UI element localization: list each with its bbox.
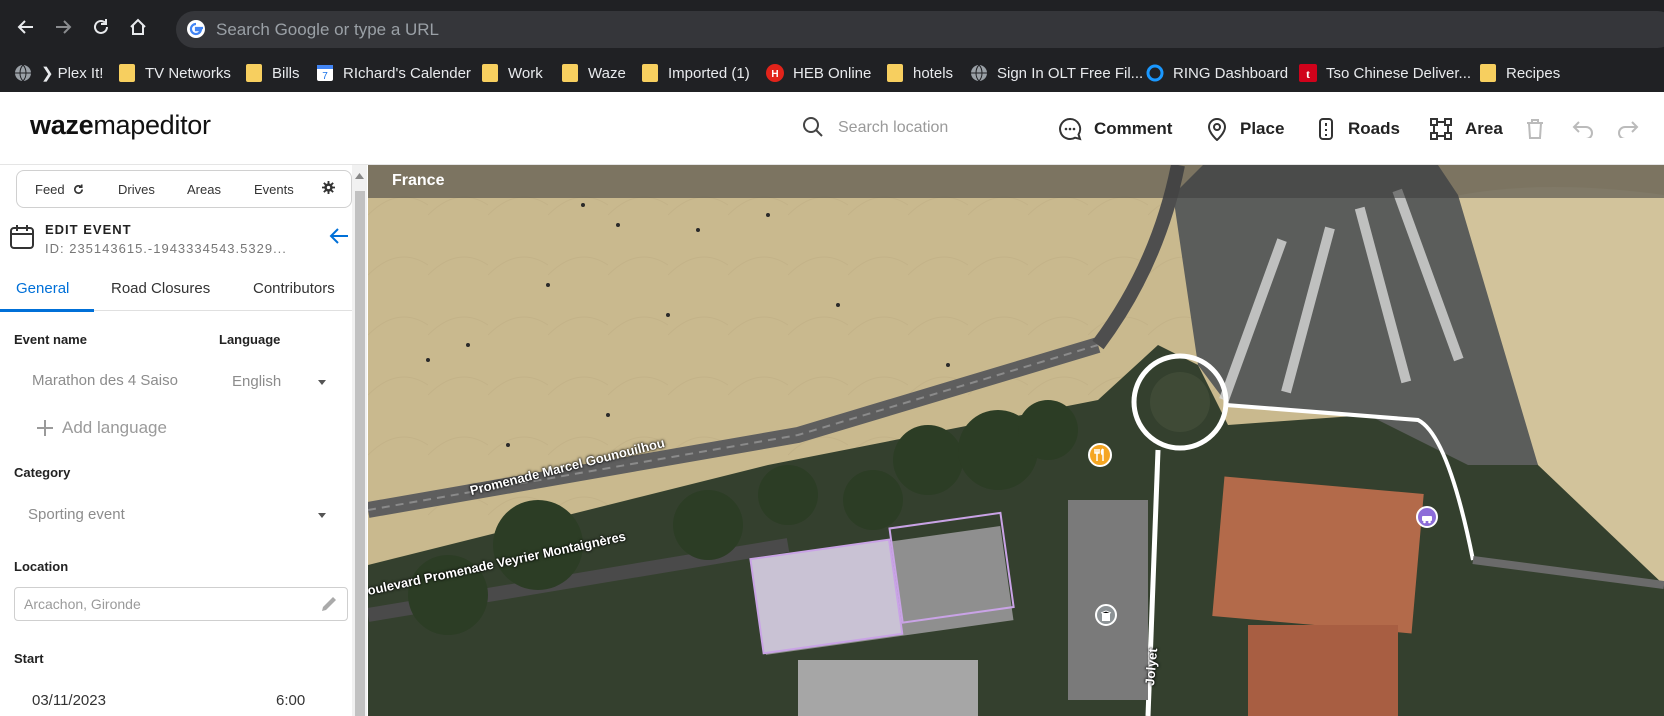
bookmark-plex-it[interactable]: ❯ Plex It! <box>14 54 103 92</box>
browser-toolbar: Search Google or type a URL <box>0 0 1664 54</box>
language-label: Language <box>219 332 281 347</box>
calendar-event-icon <box>9 224 35 255</box>
omnibox-placeholder: Search Google or type a URL <box>216 20 440 39</box>
location-field[interactable]: Arcachon, Gironde <box>14 587 348 621</box>
reload-icon[interactable] <box>86 12 116 42</box>
folder-icon <box>641 64 659 82</box>
ring-icon <box>1146 64 1164 82</box>
undo-icon[interactable] <box>1571 118 1595 143</box>
settings-gear-icon[interactable] <box>322 181 335 194</box>
location-bar: France <box>368 165 1664 198</box>
language-select[interactable]: English <box>232 373 281 390</box>
chevron-down-icon[interactable] <box>318 513 326 518</box>
bookmark-work[interactable]: Work <box>481 54 543 92</box>
folder-icon <box>561 64 579 82</box>
start-label: Start <box>14 651 44 666</box>
edit-event-title: EDIT EVENT <box>45 222 132 237</box>
comment-button[interactable]: Comment <box>1058 112 1172 146</box>
forward-icon[interactable] <box>48 12 78 42</box>
area-button[interactable]: Area <box>1429 112 1503 146</box>
globe-icon <box>14 64 32 82</box>
folder-icon <box>481 64 499 82</box>
bookmark-hotels[interactable]: hotels <box>886 54 953 92</box>
back-icon[interactable] <box>11 12 41 42</box>
tab-contributors[interactable]: Contributors <box>253 280 335 297</box>
area-icon <box>1430 118 1452 140</box>
tab-events[interactable]: Events <box>254 182 294 197</box>
svg-text:H: H <box>771 69 778 80</box>
add-language-button[interactable]: Add language <box>36 418 167 438</box>
restaurant-poi-icon[interactable] <box>1094 448 1106 467</box>
category-select[interactable]: Sporting event <box>28 506 125 523</box>
search-location-input[interactable] <box>836 112 1020 144</box>
delete-icon[interactable] <box>1525 118 1545 145</box>
google-icon <box>186 19 206 44</box>
satellite-map <box>368 165 1664 716</box>
bookmark-olt[interactable]: Sign In OLT Free Fil... <box>970 54 1143 92</box>
svg-text:7: 7 <box>322 71 328 82</box>
start-date-input[interactable]: 03/11/2023 <box>32 692 106 709</box>
scroll-thumb[interactable] <box>355 191 365 716</box>
event-id: ID: 235143615.-1943334543.5329... <box>45 241 287 256</box>
folder-icon <box>245 64 263 82</box>
bookmark-ring-dashboard[interactable]: RING Dashboard <box>1146 54 1288 92</box>
waze-map-editor-logo: wazemapeditor <box>30 110 211 140</box>
redo-icon[interactable] <box>1616 118 1640 143</box>
road-icon <box>1319 118 1333 140</box>
comment-icon <box>1059 117 1082 141</box>
home-icon[interactable] <box>123 12 153 42</box>
globe-icon <box>970 64 988 82</box>
tab-areas[interactable]: Areas <box>187 182 221 197</box>
refresh-icon <box>73 184 83 194</box>
sidebar-scrollbar[interactable] <box>352 165 367 716</box>
chevron-icon: ❯ <box>41 65 54 82</box>
bookmark-imported[interactable]: Imported (1) <box>641 54 750 92</box>
back-arrow-icon[interactable] <box>329 227 349 250</box>
folder-icon <box>118 64 136 82</box>
bookmark-calendar[interactable]: 7 RIchard's Calender <box>316 54 471 92</box>
wme-header: wazemapeditor Comment Place Roads Area <box>0 92 1664 165</box>
bookmark-recipes[interactable]: Recipes <box>1479 54 1560 92</box>
event-name-label: Event name <box>14 332 87 347</box>
tso-icon: t <box>1299 64 1317 82</box>
plus-icon <box>37 420 53 436</box>
bookmark-waze[interactable]: Waze <box>561 54 626 92</box>
tab-general[interactable]: General <box>16 280 69 297</box>
bookmark-tso-chinese[interactable]: t Tso Chinese Deliver... <box>1299 54 1471 92</box>
search-icon <box>802 116 824 143</box>
sidebar-tabs: Feed Drives Areas Events <box>16 170 352 208</box>
bookmarks-bar: ❯ Plex It! TV Networks Bills 7 RIchard's… <box>0 54 1664 92</box>
bookmark-bills[interactable]: Bills <box>245 54 300 92</box>
country-label: France <box>392 172 445 189</box>
bookmark-tv-networks[interactable]: TV Networks <box>118 54 231 92</box>
tab-feed[interactable]: Feed <box>35 182 84 197</box>
event-name-input[interactable]: Marathon des 4 Saiso <box>32 372 178 389</box>
calendar-icon: 7 <box>316 64 334 82</box>
active-tab-indicator <box>0 309 94 312</box>
car-poi-icon[interactable] <box>1421 511 1433 529</box>
place-pin-icon <box>1207 117 1227 141</box>
scroll-up-icon <box>355 173 364 179</box>
building-poi-icon[interactable] <box>1100 609 1112 627</box>
roads-button[interactable]: Roads <box>1316 112 1400 146</box>
place-button[interactable]: Place <box>1206 112 1284 146</box>
tab-road-closures[interactable]: Road Closures <box>111 280 210 297</box>
heb-icon: H <box>766 64 784 82</box>
location-label: Location <box>14 559 69 574</box>
sidebar: Feed Drives Areas Events EDIT EVENT ID: … <box>0 165 367 716</box>
map-canvas[interactable]: Promenade Marcel Gounouilhou Boulevard P… <box>368 165 1664 716</box>
category-label: Category <box>14 465 71 480</box>
location-value: Arcachon, Gironde <box>24 596 141 612</box>
folder-icon <box>1479 64 1497 82</box>
folder-icon <box>886 64 904 82</box>
bookmark-heb-online[interactable]: H HEB Online <box>766 54 871 92</box>
pencil-icon[interactable] <box>319 594 339 619</box>
start-time-input[interactable]: 6:00 <box>276 692 305 709</box>
omnibox[interactable]: Search Google or type a URL <box>176 11 1664 48</box>
chevron-down-icon[interactable] <box>318 380 326 385</box>
svg-text:t: t <box>1306 67 1310 81</box>
tab-drives[interactable]: Drives <box>118 182 155 197</box>
